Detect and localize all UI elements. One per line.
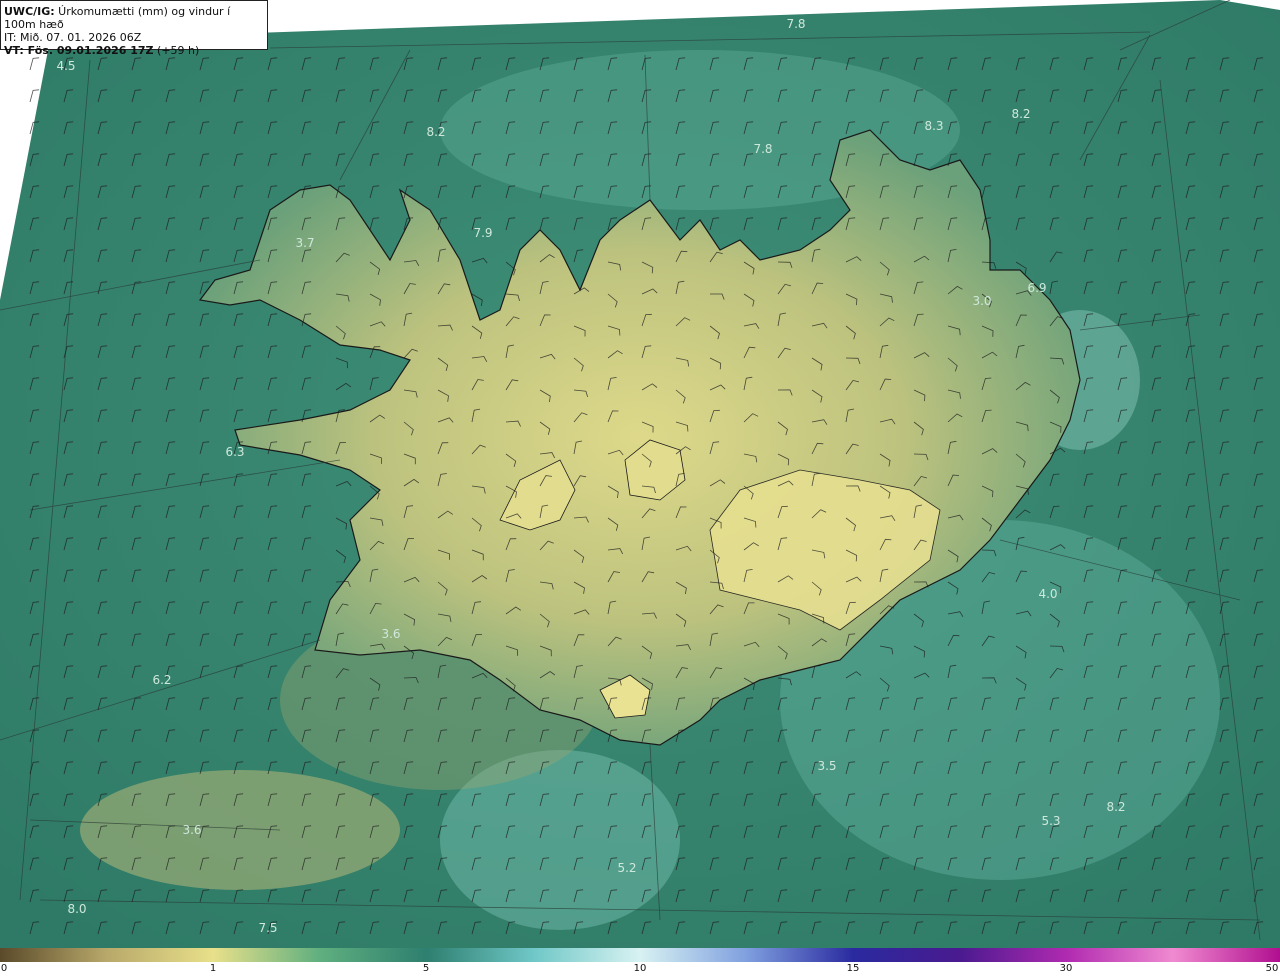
map-value-label: 8.2 [1011,107,1030,121]
map-value-label: 6.2 [152,673,171,687]
map-value-label: 5.2 [617,861,636,875]
color-scale-tick: 30 [1059,963,1073,974]
color-scale-labels: 0 1 5 10 15 30 50 [0,963,1280,978]
map-value-label: 4.5 [56,59,75,73]
map-value-label: 8.2 [1106,800,1125,814]
map-value-label: 8.0 [67,902,86,916]
map-value-label: 3.7 [295,236,314,250]
valid-time: VT: Fös. 09.01.2026 17Z [4,44,154,57]
color-scale-tick: 10 [633,963,647,974]
map-value-label: 7.8 [753,142,772,156]
color-scale-tick: 50 [1265,963,1279,974]
weather-map: 4.5 7.8 8.2 7.8 8.3 8.2 3.7 7.9 3.0 6.9 6.3 3.6 6.2 3… [0,0,1280,948]
map-value-label: 7.5 [258,921,277,935]
color-scale-tick: 0 [0,963,8,974]
map-value-label: 8.3 [924,119,943,133]
map-value-label: 5.3 [1041,814,1060,828]
init-time: IT: Mið. 07. 01. 2026 06Z [4,31,142,44]
map-value-label: 4.0 [1038,587,1057,601]
map-value-label: 6.3 [225,445,244,459]
map-value-label: 6.9 [1027,281,1046,295]
forecast-offset: (+59 h) [153,44,200,57]
map-value-label: 3.6 [381,627,400,641]
map-value-label: 3.0 [972,294,991,308]
map-value-label: 8.2 [426,125,445,139]
color-scale-tick: 15 [846,963,860,974]
map-value-label: 7.8 [786,17,805,31]
model-name: UWC/IG: [4,5,55,18]
color-scale-tick: 1 [209,963,217,974]
color-scale-bar [0,948,1280,962]
map-value-label: 3.6 [182,823,201,837]
map-legend: UWC/IG: Úrkomumætti (mm) og vindur í 100… [0,0,268,57]
color-scale-tick: 5 [422,963,430,974]
map-value-label: 7.9 [473,226,492,240]
map-value-label: 3.5 [817,759,836,773]
